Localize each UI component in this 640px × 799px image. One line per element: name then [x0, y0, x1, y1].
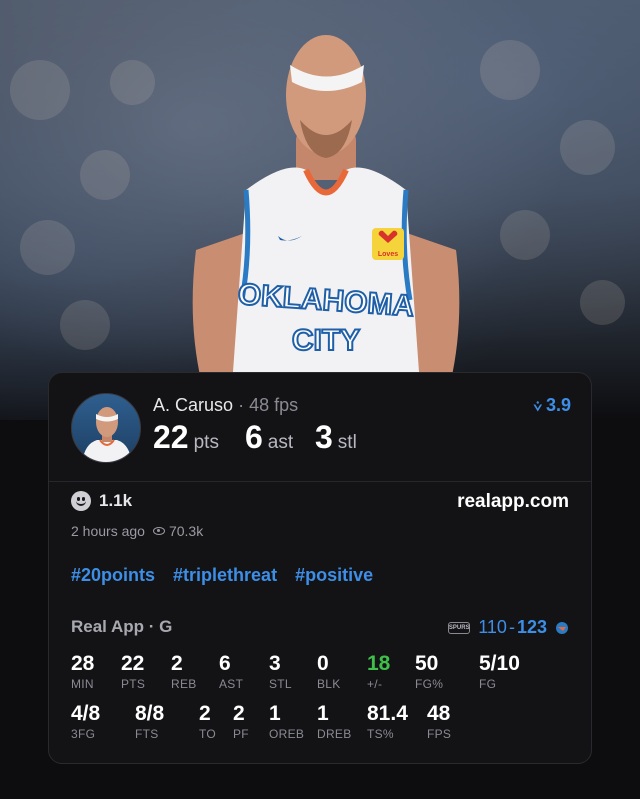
player-figure: Loves OKLAHOMA CITY	[192, 35, 460, 400]
stat-fts: 8/8 FTS	[135, 702, 165, 742]
crowd-blur	[560, 120, 615, 175]
rating-arrow-icon: ⩒	[533, 398, 542, 414]
stat-reb: 2 REB	[171, 652, 197, 692]
home-score: 123	[516, 617, 547, 637]
player-photo: Loves OKLAHOMA CITY	[0, 0, 640, 420]
hashtag-positive[interactable]: #positive	[295, 565, 373, 586]
big-stat-value: 3	[315, 419, 333, 455]
rating-value: 3.9	[545, 395, 571, 415]
smile-icon	[71, 491, 91, 511]
stat-stl: 3 STL	[269, 652, 292, 692]
big-stat-value: 22	[153, 419, 189, 455]
game-label[interactable]: Real App · G	[71, 617, 172, 637]
player-name[interactable]: A. Caruso	[153, 395, 233, 415]
score-separator: -	[508, 617, 515, 637]
hashtag-triplethreat[interactable]: #triplethreat	[173, 565, 277, 586]
stat-fg: 5/10 FG	[479, 652, 520, 692]
spurs-logo-icon: SPURS	[448, 621, 471, 634]
player-name-line: A. Caruso · 48 fps	[153, 395, 298, 416]
stat-oreb: 1 OREB	[269, 702, 305, 742]
crowd-blur	[480, 40, 540, 100]
stat-min: 28 MIN	[71, 652, 95, 692]
stat-card[interactable]: A. Caruso · 48 fps 22 pts 6 ast 3 stl ⩒ 3.9 …	[48, 372, 592, 764]
crowd-blur	[20, 220, 75, 275]
jersey-text-line2: CITY	[292, 324, 360, 357]
view-count: 70.3k	[168, 523, 204, 539]
hashtag-list: #20points #triplethreat #positive	[71, 565, 373, 586]
crowd-blur	[80, 150, 130, 200]
stat-pts: 22 PTS	[121, 652, 146, 692]
crowd-blur	[580, 280, 625, 325]
thunder-logo-icon	[556, 621, 568, 634]
game-score[interactable]: SPURS 110-123	[448, 617, 569, 638]
crowd-blur	[500, 210, 550, 260]
player-avatar[interactable]	[71, 393, 141, 463]
away-score: 110	[478, 617, 507, 637]
site-link[interactable]: realapp.com	[457, 491, 569, 513]
eye-icon	[152, 527, 165, 535]
rating-badge[interactable]: ⩒ 3.9	[533, 395, 571, 416]
stat-plus-minus: 18 +/-	[367, 652, 391, 692]
reaction-button[interactable]: 1.1k	[71, 491, 132, 511]
crowd-blur	[10, 60, 70, 120]
crowd-blur	[60, 300, 110, 350]
stat-to: 2 TO	[199, 702, 217, 742]
big-stat-steals: 3 stl	[315, 419, 357, 456]
big-stat-unit: ast	[267, 432, 294, 453]
stat-fg-pct: 50 FG%	[415, 652, 444, 692]
avatar-image	[82, 407, 132, 462]
big-stat-value: 6	[245, 419, 263, 455]
big-stat-assists: 6 ast	[245, 419, 293, 456]
big-stat-points: 22 pts	[153, 419, 219, 456]
stat-blk: 0 BLK	[317, 652, 341, 692]
stat-ts-pct: 81.4 TS%	[367, 702, 408, 742]
reaction-count: 1.1k	[99, 491, 133, 510]
time-ago: 2 hours ago	[71, 523, 145, 539]
stat-fps: 48 FPS	[427, 702, 452, 742]
loves-patch-text: Loves	[378, 251, 398, 258]
stat-pf: 2 PF	[233, 702, 249, 742]
hashtag-20points[interactable]: #20points	[71, 565, 155, 586]
crowd-blur	[110, 60, 155, 105]
separator-dot: ·	[238, 395, 245, 415]
big-stat-unit: pts	[193, 432, 219, 453]
fantasy-points: 48 fps	[249, 395, 299, 415]
stat-dreb: 1 DREB	[317, 702, 352, 742]
big-stat-unit: stl	[337, 432, 357, 453]
post-meta: 2 hours ago 70.3k	[71, 523, 203, 539]
divider	[49, 481, 591, 482]
stat-3fg: 4/8 3FG	[71, 702, 101, 742]
stat-ast: 6 AST	[219, 652, 244, 692]
